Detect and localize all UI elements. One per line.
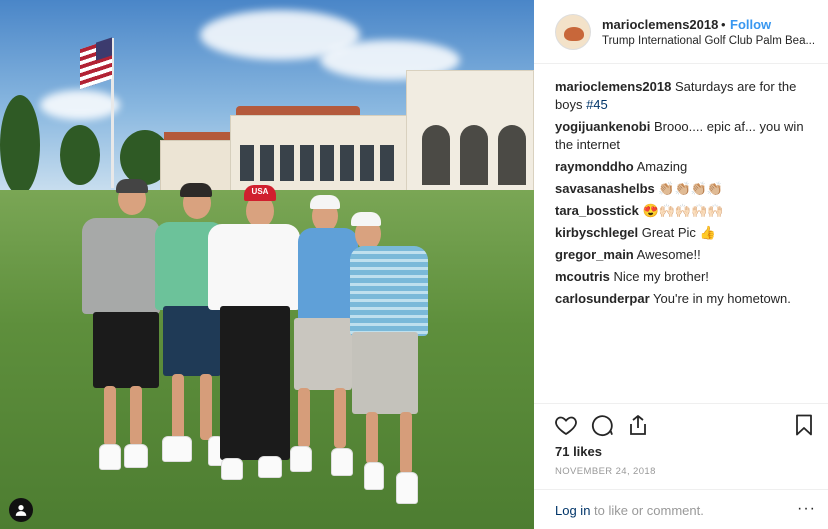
post-header: marioclemens2018 • Follow Trump Internat… [534, 0, 828, 64]
heart-icon[interactable] [554, 413, 578, 437]
photo-tree [0, 95, 40, 195]
comment-user[interactable]: raymonddho [555, 159, 634, 174]
login-suffix: to like or comment. [590, 503, 704, 518]
action-bar [534, 403, 828, 443]
login-prompt: Log in to like or comment. [555, 503, 704, 518]
comment-user[interactable]: marioclemens2018 [555, 79, 671, 94]
hashtag-link[interactable]: #45 [586, 97, 608, 112]
post-username[interactable]: marioclemens2018 [602, 17, 718, 32]
usa-cap: USA [244, 185, 276, 201]
tagged-user-icon[interactable] [9, 498, 33, 522]
comment-text: Awesome!! [636, 247, 701, 262]
comment-text: Amazing [636, 159, 688, 174]
comment-user[interactable]: yogijuankenobi [555, 119, 650, 134]
avatar[interactable] [555, 14, 591, 50]
comment-icon[interactable] [590, 413, 614, 437]
caption: marioclemens2018 Saturdays are for the b… [555, 78, 817, 114]
comment-user[interactable]: savasanashelbs [555, 181, 655, 196]
share-icon[interactable] [626, 413, 650, 437]
login-link[interactable]: Log in [555, 503, 590, 518]
list-item: raymonddho Amazing [555, 158, 817, 176]
list-item: yogijuankenobi Brooo.... epic af... you … [555, 118, 817, 154]
comment-text: Great Pic 👍 [641, 225, 716, 240]
list-item: savasanashelbs 👏🏼👏🏼👏🏼👏🏼 [555, 180, 817, 198]
list-item: kirbyschlegel Great Pic 👍 [555, 224, 817, 242]
comment-user[interactable]: gregor_main [555, 247, 634, 262]
comment-footer: Log in to like or comment. ··· [534, 489, 828, 529]
list-item: mcoutris Nice my brother! [555, 268, 817, 286]
comments-list: marioclemens2018 Saturdays are for the b… [555, 78, 817, 312]
post-photo[interactable]: USA [0, 0, 534, 529]
likes-count[interactable]: 71 likes [555, 444, 602, 459]
comment-user[interactable]: kirbyschlegel [555, 225, 638, 240]
comment-text: 😍🙌🏻🙌🏻🙌🏻🙌🏻 [642, 203, 724, 218]
bookmark-icon[interactable] [792, 413, 816, 437]
post-date: NOVEMBER 24, 2018 [555, 466, 656, 477]
comment-user[interactable]: mcoutris [555, 269, 610, 284]
list-item: carlosunderpar You're in my hometown. [555, 290, 817, 308]
list-item: gregor_main Awesome!! [555, 246, 817, 264]
comment-text: 👏🏼👏🏼👏🏼👏🏼 [658, 181, 724, 196]
more-options-button[interactable]: ··· [797, 500, 816, 518]
comment-text: Nice my brother! [613, 269, 709, 284]
location-link[interactable]: Trump International Golf Club Palm Bea..… [602, 35, 818, 47]
post-details-panel: marioclemens2018 • Follow Trump Internat… [534, 0, 828, 529]
clubhouse [160, 70, 534, 200]
person-silhouette-icon [15, 505, 27, 516]
comment-user[interactable]: tara_bosstick [555, 203, 639, 218]
separator-dot: • [721, 17, 726, 32]
photo-cloud [40, 90, 120, 120]
follow-button[interactable]: Follow [730, 17, 771, 32]
list-item: tara_bosstick 😍🙌🏻🙌🏻🙌🏻🙌🏻 [555, 202, 817, 220]
comment-user[interactable]: carlosunderpar [555, 291, 650, 306]
photo-tree [60, 125, 100, 185]
comment-text: You're in my hometown. [653, 291, 791, 306]
